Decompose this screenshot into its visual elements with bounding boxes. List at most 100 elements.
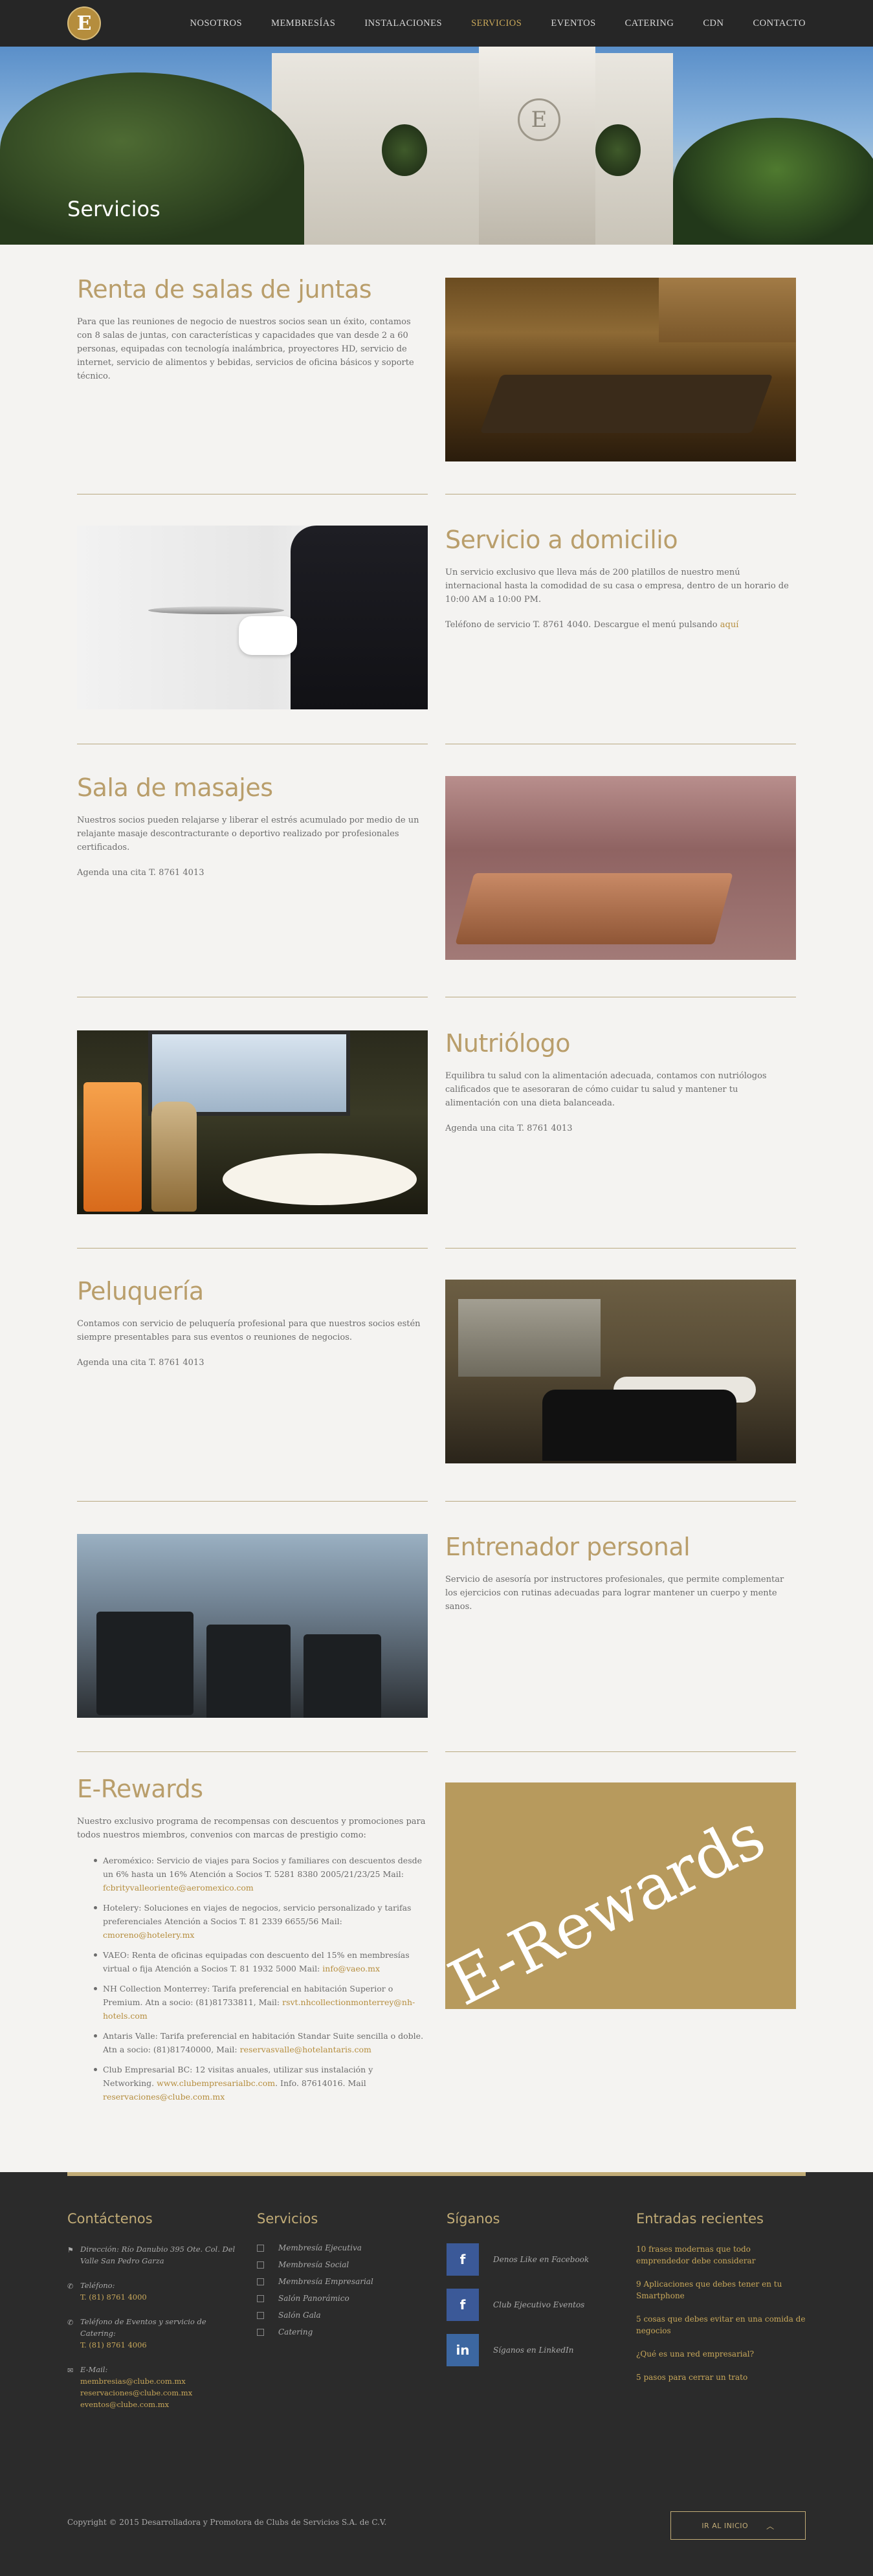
top-navbar: E NOSOTROS MEMBRESÍAS INSTALACIONES SERV… bbox=[0, 0, 873, 47]
section-divider bbox=[77, 1751, 796, 1752]
section-title: Sala de masajes bbox=[77, 773, 273, 802]
copyright-text: Copyright © 2015 Desarrolladora y Promot… bbox=[67, 2518, 387, 2527]
footer-heading: Síganos bbox=[447, 2211, 500, 2226]
section-masajes: Sala de masajes Nuestros socios pueden r… bbox=[77, 773, 796, 961]
checkbox-icon bbox=[257, 2294, 264, 2302]
checkbox-icon bbox=[257, 2278, 264, 2285]
section-body: Para que las reuniones de negocio de nue… bbox=[77, 317, 414, 381]
recent-post-link[interactable]: 5 pasos para cerrar un trato bbox=[636, 2371, 806, 2383]
section-salas: Renta de salas de juntas Para que las re… bbox=[77, 275, 796, 463]
section-cita: Agenda una cita T. 8761 4013 bbox=[445, 1124, 573, 1133]
section-title: Peluquería bbox=[77, 1277, 204, 1305]
website-link[interactable]: www.clubempresarialbc.com bbox=[157, 2078, 275, 2088]
email-link[interactable]: reservasvalle@hotelantaris.com bbox=[240, 2045, 371, 2054]
nav-membresias[interactable]: MEMBRESÍAS bbox=[271, 18, 335, 29]
phone-icon: ✆ bbox=[67, 2318, 74, 2327]
palm-tree bbox=[595, 124, 641, 176]
section-body: Equilibra tu salud con la alimentación a… bbox=[445, 1071, 767, 1108]
email-link[interactable]: reservaciones@clube.com.mx bbox=[103, 2092, 225, 2102]
facebook-icon: f bbox=[447, 2289, 479, 2321]
building-tower bbox=[479, 47, 595, 245]
footer-services: Servicios Membresía Ejecutiva Membresía … bbox=[257, 2211, 425, 2344]
nav-nosotros[interactable]: NOSOTROS bbox=[190, 18, 243, 29]
massage-room-image bbox=[445, 776, 796, 960]
building-emblem: E bbox=[518, 98, 560, 141]
service-link[interactable]: Catering bbox=[257, 2327, 425, 2337]
phone-label: Teléfono: bbox=[80, 2281, 115, 2290]
service-link[interactable]: Salón Gala bbox=[257, 2311, 425, 2320]
nav-servicios[interactable]: SERVICIOS bbox=[471, 18, 522, 29]
list-item: NH Collection Monterrey: Tarifa preferen… bbox=[94, 1982, 426, 2023]
service-link[interactable]: Membresía Ejecutiva bbox=[257, 2243, 425, 2252]
section-title: Servicio a domicilio bbox=[445, 526, 678, 554]
footer-posts: Entradas recientes 10 frases modernas qu… bbox=[636, 2211, 806, 2395]
nav-instalaciones[interactable]: INSTALACIONES bbox=[364, 18, 442, 29]
section-title: Renta de salas de juntas bbox=[77, 275, 372, 304]
linkedin-link[interactable]: in Síganos en LinkedIn bbox=[447, 2334, 615, 2366]
section-divider bbox=[77, 1248, 796, 1249]
email-link[interactable]: fcbrityvalleoriente@aeromexico.com bbox=[103, 1883, 254, 1893]
email-link[interactable]: membresias@clube.com.mx bbox=[80, 2377, 186, 2386]
main-nav: NOSOTROS MEMBRESÍAS INSTALACIONES SERVIC… bbox=[161, 0, 806, 47]
recent-post-link[interactable]: 10 frases modernas que todo emprendedor … bbox=[636, 2243, 806, 2267]
footer-contact: Contáctenos ⚑ Dirección: Río Danubio 395… bbox=[67, 2211, 236, 2423]
facebook-like-link[interactable]: f Denos Like en Facebook bbox=[447, 2243, 615, 2276]
erewards-image-text: E-Rewards bbox=[445, 1799, 776, 2009]
email-link[interactable]: cmoreno@hotelery.mx bbox=[103, 1930, 194, 1940]
checkbox-icon bbox=[257, 2261, 264, 2269]
menu-download-link[interactable]: aquí bbox=[720, 620, 739, 630]
facebook-icon: f bbox=[447, 2243, 479, 2276]
section-body: Un servicio exclusivo que lleva más de 2… bbox=[445, 568, 789, 605]
nav-catering[interactable]: CATERING bbox=[625, 18, 674, 29]
phone-icon: ✆ bbox=[67, 2282, 74, 2291]
facebook-events-link[interactable]: f Club Ejecutivo Eventos bbox=[447, 2289, 615, 2321]
email-link[interactable]: info@vaeo.mx bbox=[322, 1964, 380, 1973]
email-link[interactable]: reservaciones@clube.com.mx bbox=[80, 2388, 192, 2397]
recent-post-link[interactable]: 5 cosas que debes evitar en una comida d… bbox=[636, 2313, 806, 2337]
footer-accent-line bbox=[67, 2172, 806, 2176]
section-body: Nuestro exclusivo programa de recompensa… bbox=[77, 1817, 426, 1840]
section-body: Nuestros socios pueden relajarse y liber… bbox=[77, 816, 419, 852]
section-domicilio: Servicio a domicilio Un servicio exclusi… bbox=[77, 526, 796, 713]
nav-cdn[interactable]: CDN bbox=[703, 18, 724, 29]
nutrition-image bbox=[77, 1030, 428, 1214]
club-logo[interactable]: E bbox=[67, 6, 101, 40]
section-title: E-Rewards bbox=[77, 1775, 203, 1803]
palm-tree bbox=[382, 124, 427, 176]
checkbox-icon bbox=[257, 2244, 264, 2252]
footer-heading: Servicios bbox=[257, 2211, 318, 2226]
recent-post-link[interactable]: ¿Qué es una red empresarial? bbox=[636, 2348, 806, 2360]
address-text: Dirección: Río Danubio 395 Ote. Col. Del… bbox=[80, 2245, 236, 2265]
back-to-top-button[interactable]: IR AL INICIO ︿ bbox=[670, 2511, 806, 2540]
footer-heading: Entradas recientes bbox=[636, 2211, 764, 2226]
waiter-image bbox=[77, 526, 428, 709]
email-link[interactable]: eventos@clube.com.mx bbox=[80, 2400, 169, 2409]
envelope-icon: ✉ bbox=[67, 2366, 74, 2375]
catering-phone-link[interactable]: T. (81) 8761 4006 bbox=[80, 2340, 147, 2349]
rewards-list: Aeroméxico: Servicio de viajes para Soci… bbox=[77, 1854, 426, 2104]
section-entrenador: Entrenador personal Servicio de asesoría… bbox=[77, 1533, 796, 1720]
flag-icon: ⚑ bbox=[67, 2246, 74, 2254]
service-link[interactable]: Membresía Empresarial bbox=[257, 2277, 425, 2286]
page-title: Servicios bbox=[67, 197, 160, 221]
service-link[interactable]: Salón Panorámico bbox=[257, 2294, 425, 2303]
nav-contacto[interactable]: CONTACTO bbox=[753, 18, 806, 29]
section-body: Contamos con servicio de peluquería prof… bbox=[77, 1319, 421, 1342]
checkbox-icon bbox=[257, 2328, 264, 2336]
tree-right bbox=[673, 118, 873, 245]
email-label: E-Mail: bbox=[80, 2365, 108, 2374]
gym-image bbox=[77, 1534, 428, 1718]
phone-link[interactable]: T. (81) 8761 4000 bbox=[80, 2293, 147, 2302]
section-body: Servicio de asesoría por instructores pr… bbox=[445, 1575, 784, 1612]
footer-follow: Síganos f Denos Like en Facebook f Club Ej… bbox=[447, 2211, 615, 2379]
nav-eventos[interactable]: EVENTOS bbox=[551, 18, 595, 29]
list-item: Club Empresarial BC: 12 visitas anuales,… bbox=[94, 2063, 426, 2104]
service-link[interactable]: Membresía Social bbox=[257, 2260, 425, 2269]
recent-post-link[interactable]: 9 Aplicaciones que debes tener en tu Sma… bbox=[636, 2278, 806, 2302]
footer-heading: Contáctenos bbox=[67, 2211, 153, 2226]
section-cita: Agenda una cita T. 8761 4013 bbox=[77, 1358, 204, 1368]
catering-phone-label: Teléfono de Eventos y servicio de Cateri… bbox=[80, 2317, 206, 2338]
list-item: VAEO: Renta de oficinas equipadas con de… bbox=[94, 1948, 426, 1975]
salon-image bbox=[445, 1280, 796, 1463]
section-phone: Teléfono de servicio T. 8761 4040. Desca… bbox=[445, 620, 739, 630]
